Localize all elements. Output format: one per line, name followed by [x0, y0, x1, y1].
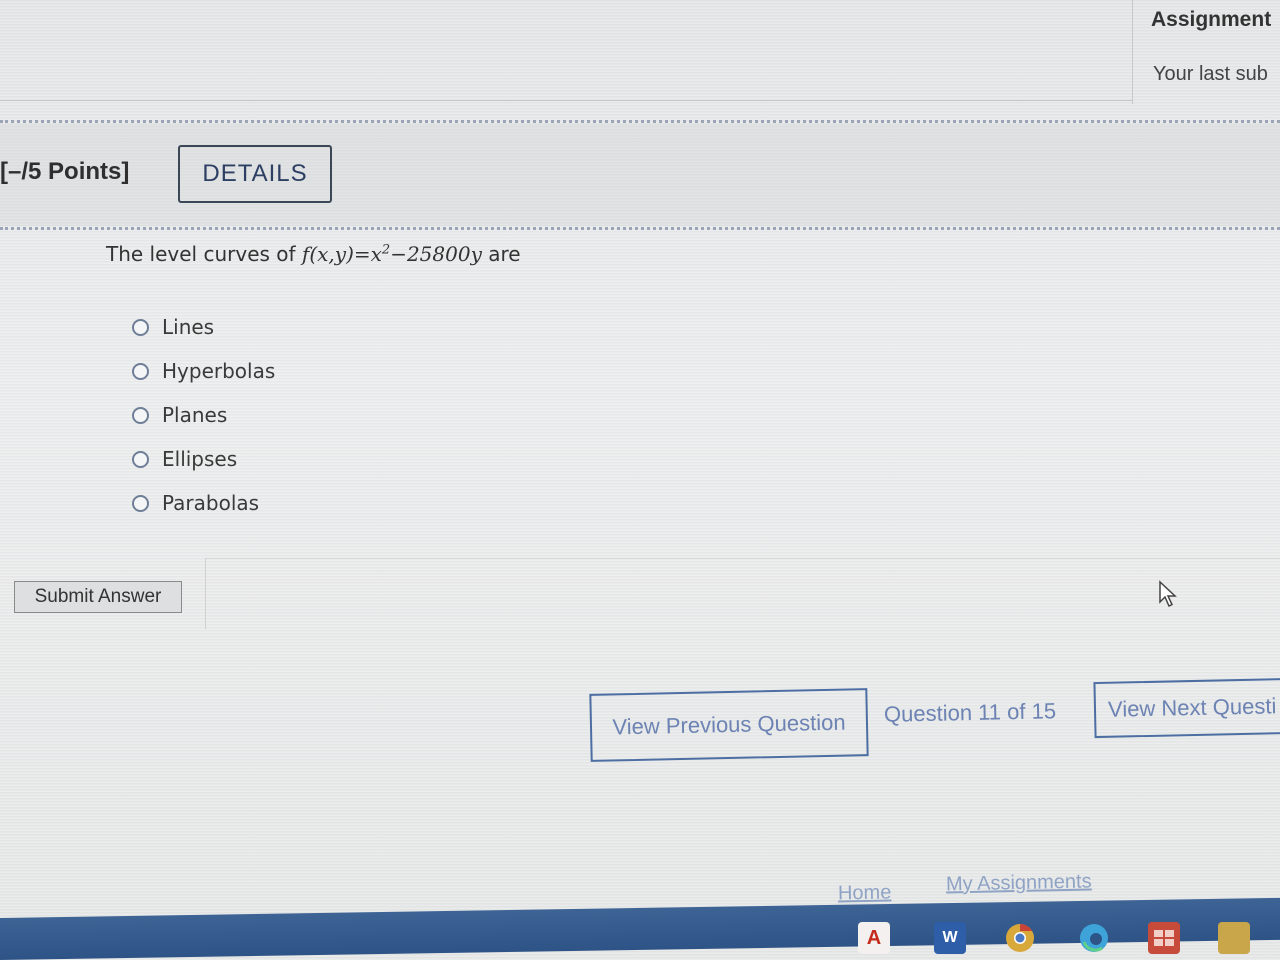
radio-button[interactable] — [132, 494, 149, 512]
radio-button[interactable] — [132, 362, 149, 380]
option-label: Planes — [162, 403, 228, 427]
option-label: Lines — [162, 315, 215, 339]
points-label: [–/5 Points] — [0, 158, 130, 185]
option-hyperbolas[interactable]: Hyperbolas — [132, 349, 275, 393]
option-lines[interactable]: Lines — [132, 305, 275, 349]
chrome-icon[interactable] — [1004, 922, 1036, 954]
chrome-logo-icon — [1006, 924, 1034, 952]
option-label: Parabolas — [162, 491, 260, 515]
details-button[interactable]: DETAILS — [178, 145, 332, 203]
answer-options: Lines Hyperbolas Planes Ellipses Parabol… — [132, 305, 275, 525]
function-base: f(x,y)=x — [301, 242, 382, 266]
radio-button[interactable] — [132, 406, 149, 424]
edge-logo-icon — [1080, 924, 1108, 952]
option-ellipses[interactable]: Ellipses — [132, 437, 275, 481]
edge-icon[interactable] — [1078, 922, 1110, 954]
acrobat-icon[interactable]: A — [858, 922, 890, 954]
option-parabolas[interactable]: Parabolas — [132, 481, 275, 525]
word-icon[interactable]: W — [934, 922, 966, 954]
radio-button[interactable] — [132, 450, 149, 468]
question-text: The level curves of f(x,y)=x2−25800y are — [106, 242, 521, 266]
function-rest: −25800y — [390, 242, 482, 266]
top-bar — [0, 0, 1132, 101]
question-prefix: The level curves of — [106, 242, 296, 266]
divider-top — [0, 120, 1280, 123]
function-expression: f(x,y)=x2−25800y — [302, 242, 482, 266]
submit-feedback-area — [205, 558, 1280, 629]
option-label: Ellipses — [162, 447, 238, 471]
store-icon[interactable] — [1148, 922, 1180, 954]
option-label: Hyperbolas — [162, 359, 276, 383]
view-previous-question-button[interactable]: View Previous Question — [589, 688, 869, 762]
last-submission-text: Your last sub — [1153, 63, 1268, 85]
home-link[interactable]: Home — [838, 881, 892, 905]
assignment-title: Assignment — [1151, 8, 1272, 31]
radio-button[interactable] — [132, 318, 149, 336]
question-suffix: are — [488, 242, 521, 266]
view-next-question-button[interactable]: View Next Questi — [1093, 677, 1280, 739]
screen: Assignment Your last sub [–/5 Points] DE… — [0, 0, 1280, 960]
assignment-side-panel: Assignment Your last sub — [1132, 0, 1280, 104]
submit-answer-button[interactable]: Submit Answer — [14, 581, 182, 613]
mouse-cursor-icon — [1159, 580, 1177, 608]
store-grid-icon — [1154, 930, 1174, 946]
function-exponent: 2 — [381, 242, 391, 258]
my-assignments-link[interactable]: My Assignments — [946, 870, 1092, 896]
option-planes[interactable]: Planes — [132, 393, 275, 437]
divider-bottom — [0, 227, 1280, 230]
folder-icon[interactable] — [1218, 922, 1250, 954]
question-counter: Question 11 of 15 — [883, 698, 1057, 727]
